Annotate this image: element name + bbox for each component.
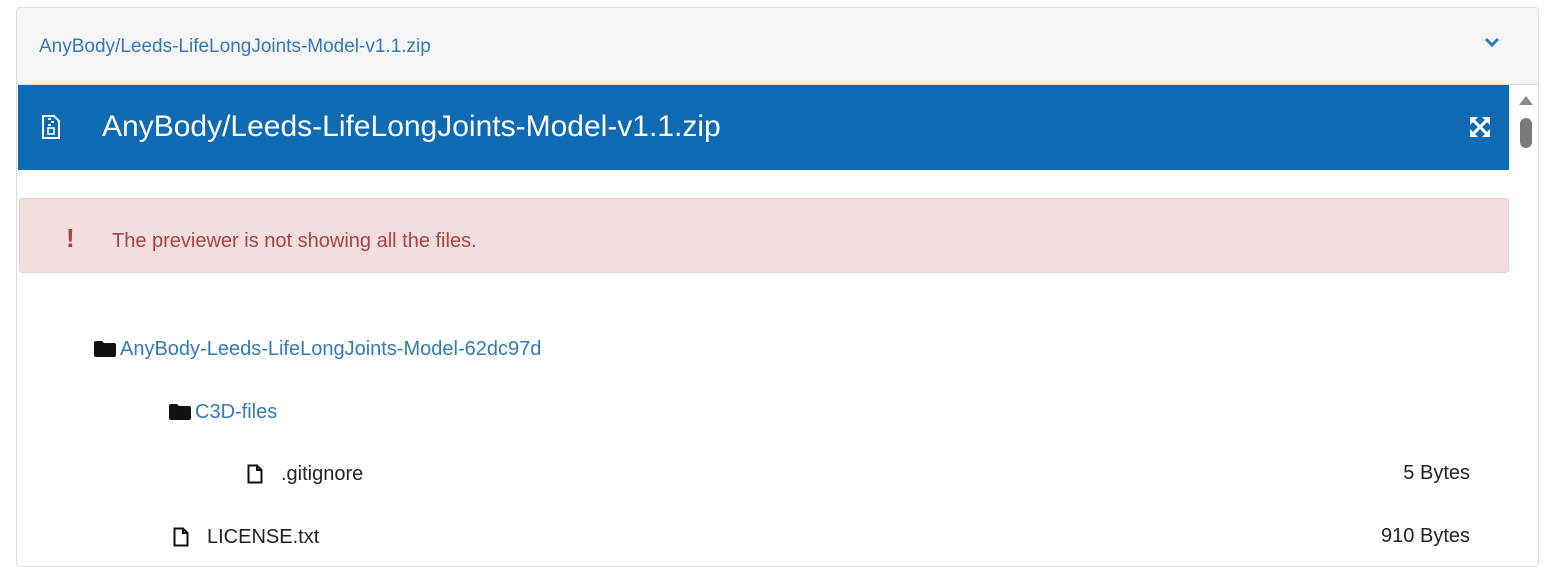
file-name: LICENSE.txt [207,525,320,548]
scroll-thumb[interactable] [1520,118,1532,148]
alert-message: The previewer is not showing all the fil… [112,230,477,252]
file-icon [173,527,189,547]
tree-file-row: LICENSE.txt [173,522,319,552]
expand-icon[interactable] [1469,116,1491,138]
file-icon [247,464,263,484]
alert-warning: ! The previewer is not showing all the f… [19,198,1509,273]
viewer-title: AnyBody/Leeds-LifeLongJoints-Model-v1.1.… [102,110,721,143]
tree-folder-c3d[interactable]: C3D-files [169,397,277,427]
vertical-scrollbar[interactable] [1511,85,1538,565]
chevron-down-icon[interactable] [1484,34,1500,50]
exclamation-icon: ! [66,223,75,253]
folder-icon [94,341,116,357]
file-name: .gitignore [281,462,364,485]
folder-icon [169,404,191,420]
zip-viewer: AnyBody/Leeds-LifeLongJoints-Model-v1.1.… [17,85,1538,566]
tree-folder-root[interactable]: AnyBody-Leeds-LifeLongJoints-Model-62dc9… [94,334,541,364]
preview-panel: AnyBody/Leeds-LifeLongJoints-Model-v1.1.… [16,7,1539,567]
subfolder-link[interactable]: C3D-files [195,401,277,424]
file-size: 5 Bytes [1403,462,1470,484]
file-size: 910 Bytes [1381,525,1470,547]
zip-file-icon [42,115,60,139]
viewer-title-bar: AnyBody/Leeds-LifeLongJoints-Model-v1.1.… [18,85,1509,170]
tree-file-row: .gitignore [247,459,363,489]
panel-title[interactable]: AnyBody/Leeds-LifeLongJoints-Model-v1.1.… [39,36,431,58]
panel-header[interactable]: AnyBody/Leeds-LifeLongJoints-Model-v1.1.… [17,8,1538,85]
scroll-up-arrow-icon[interactable] [1519,96,1533,105]
root-folder-link[interactable]: AnyBody-Leeds-LifeLongJoints-Model-62dc9… [120,338,541,361]
